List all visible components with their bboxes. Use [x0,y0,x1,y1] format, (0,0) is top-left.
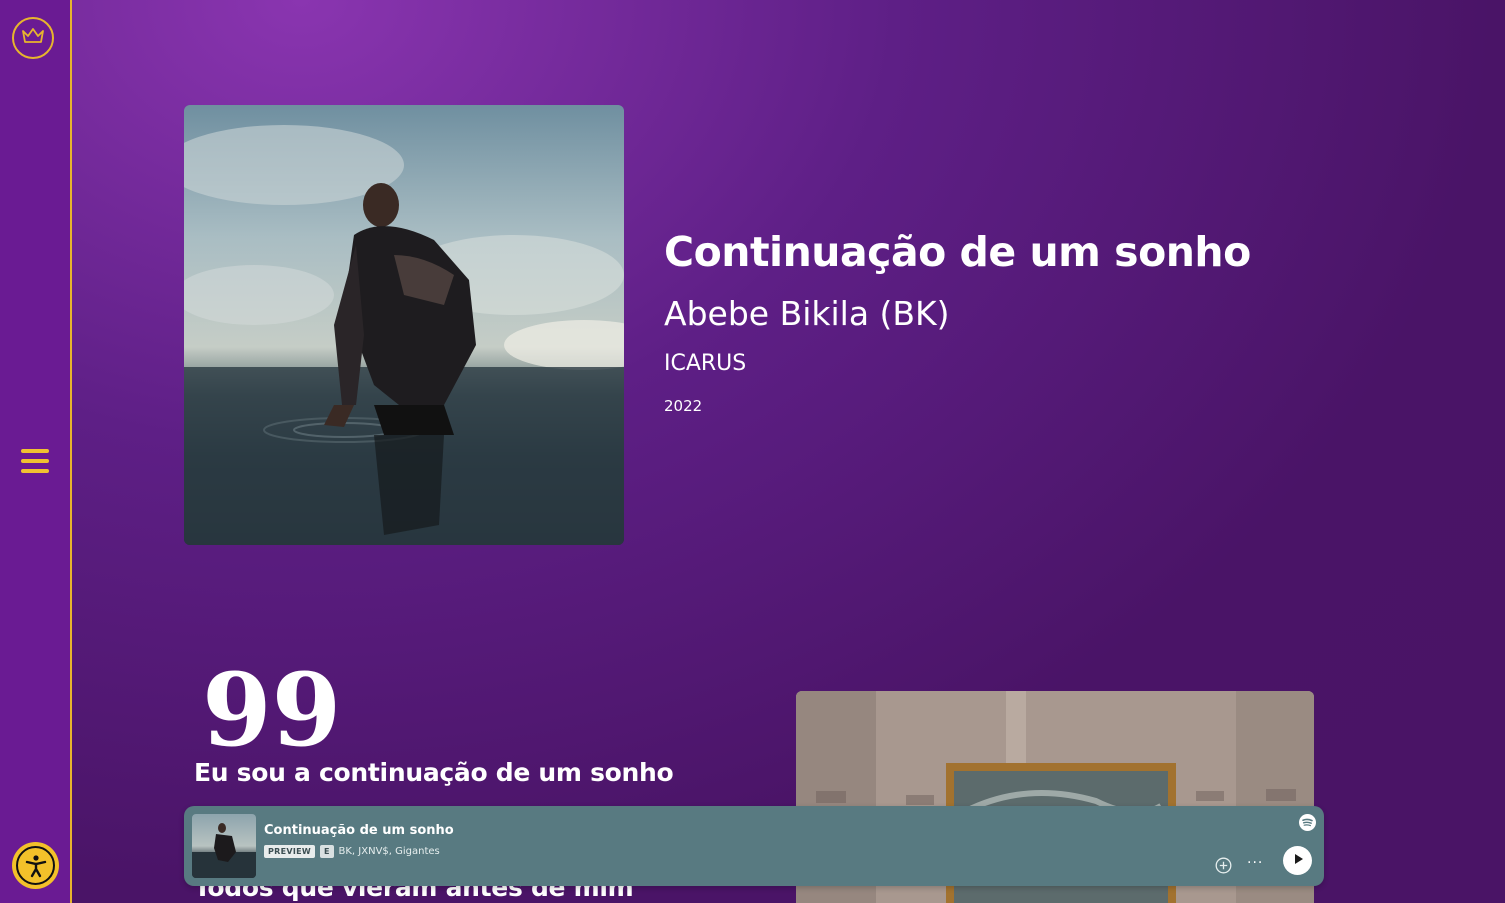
hamburger-menu-button[interactable] [21,447,49,475]
accessibility-button[interactable] [12,842,59,889]
quote-mark-icon: 99 [202,651,342,769]
accessibility-icon [16,846,55,885]
song-title: Continuação de um sonho [664,228,1251,276]
menu-bar [21,449,49,453]
add-to-library-icon[interactable] [1215,857,1232,874]
player-track-title[interactable]: Continuação de um sonho [264,823,454,838]
player-album-thumbnail [192,814,256,878]
album-cover-image [184,105,624,545]
play-button[interactable] [1283,846,1312,875]
explicit-badge: E [320,845,334,858]
crown-icon [21,26,45,50]
play-icon [1291,851,1305,870]
preview-badge: PREVIEW [264,845,316,858]
player-meta: PREVIEW E BK, JXNV$, Gigantes [264,845,440,858]
song-year: 2022 [664,397,703,415]
player-artists[interactable]: BK, JXNV$, Gigantes [339,846,440,857]
song-album: ICARUS [664,351,747,376]
song-artist: Abebe Bikila (BK) [664,294,950,333]
more-options-icon[interactable]: ··· [1247,856,1265,872]
menu-bar [21,459,49,463]
sidebar [0,0,72,903]
crown-logo-button[interactable] [12,17,54,59]
spotify-embed-player[interactable]: Continuação de um sonho PREVIEW E BK, JX… [184,806,1324,886]
menu-bar [21,469,49,473]
lyric-quote-line: Eu sou a continuação de um sonho [194,758,674,787]
spotify-logo-icon[interactable] [1299,814,1316,831]
